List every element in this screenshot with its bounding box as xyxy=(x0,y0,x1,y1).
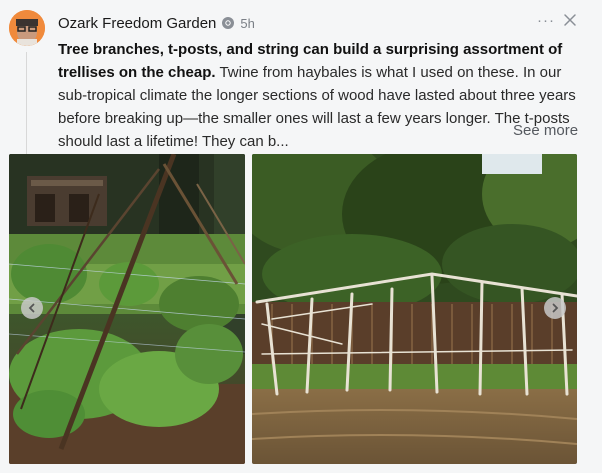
post-body: Tree branches, t-posts, and string can b… xyxy=(58,38,584,153)
chevron-left-icon[interactable] xyxy=(21,297,43,319)
see-more-link[interactable]: See more xyxy=(513,122,578,139)
post-time[interactable]: 5h xyxy=(240,16,254,31)
post-header: Ozark Freedom Garden 5h xyxy=(58,13,255,33)
author-name[interactable]: Ozark Freedom Garden xyxy=(58,15,216,32)
photo-trellis-teepee[interactable] xyxy=(9,154,245,464)
photo-garden-fence[interactable] xyxy=(252,154,577,464)
author-avatar[interactable] xyxy=(9,10,45,46)
more-options-button[interactable]: ··· xyxy=(537,13,555,28)
freedom-badge-icon xyxy=(222,17,235,29)
chevron-right-icon[interactable] xyxy=(544,297,566,319)
post-card: Ozark Freedom Garden 5h ··· Tree branche… xyxy=(0,0,602,473)
close-icon[interactable] xyxy=(561,11,579,29)
